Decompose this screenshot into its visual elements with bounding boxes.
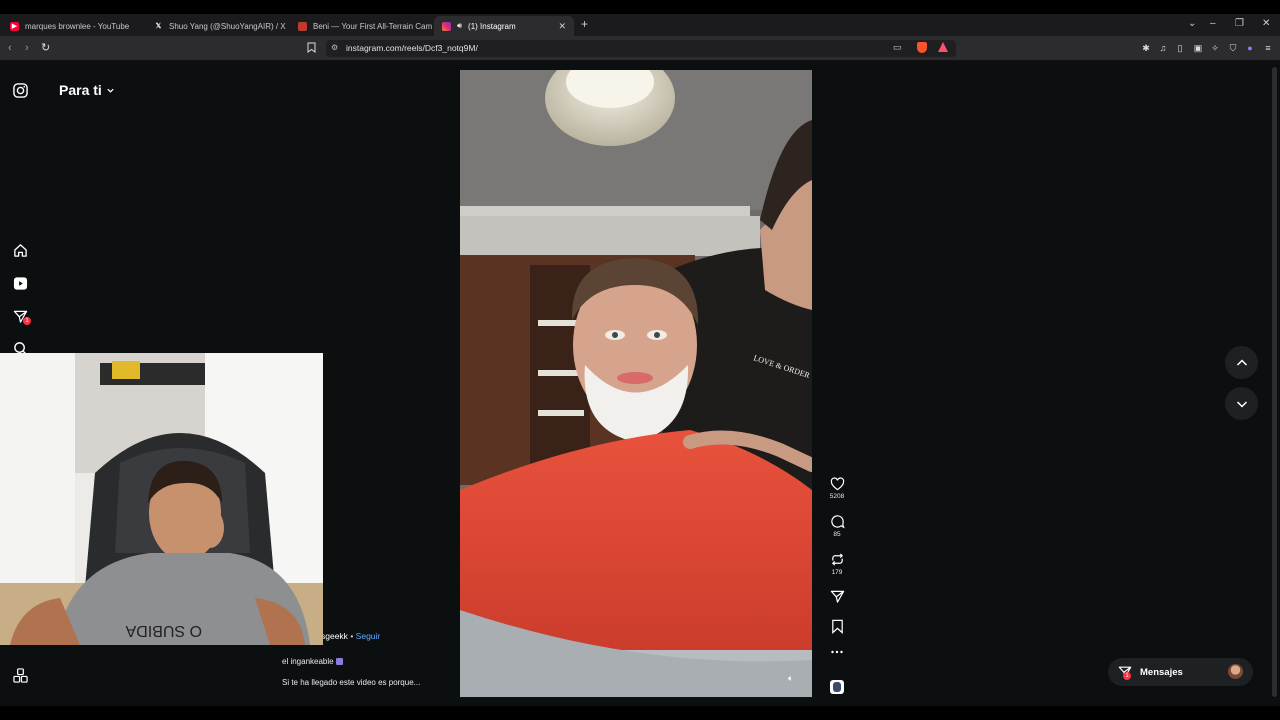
author-separator: • — [350, 631, 354, 641]
repost-icon — [831, 553, 843, 566]
chevron-down-icon — [107, 88, 114, 93]
next-reel-button[interactable] — [1225, 387, 1258, 420]
youtube-icon: ▶ — [10, 21, 19, 31]
close-tab-icon[interactable]: ✕ — [558, 21, 566, 32]
site-info-icon[interactable]: ⚙︎ — [331, 43, 338, 52]
sidebar-toggle-icon[interactable]: ▯ — [1175, 43, 1185, 53]
leo-ai-icon[interactable]: ✧ — [1210, 43, 1220, 53]
comment-icon — [830, 515, 845, 529]
messages-label: Mensajes — [1140, 666, 1183, 678]
tab-instagram[interactable]: 🔊︎ (1) Instagram ✕ — [434, 16, 574, 36]
close-window-icon[interactable]: ✕ — [1262, 18, 1270, 29]
follow-button[interactable]: Seguir — [356, 631, 381, 641]
avatar — [1228, 664, 1243, 679]
tab-title: (1) Instagram — [468, 21, 516, 31]
brave-shield-icon[interactable] — [917, 42, 927, 53]
previous-reel-button[interactable] — [1225, 346, 1258, 379]
webcam-shirt-text: O SUBIDA — [125, 622, 202, 639]
repost-count: 179 — [831, 569, 843, 576]
menu-icon[interactable]: ≡ — [1263, 43, 1273, 53]
reel-actions: 5208 85 179 — [822, 61, 852, 706]
screen-top-border — [0, 0, 1280, 14]
tab-title: Beni — Your First All-Terrain Camera — [313, 21, 432, 31]
messages-button[interactable]: 1 Mensajes — [1108, 658, 1253, 686]
wallet-icon[interactable]: ▣ — [1193, 43, 1203, 53]
scrollbar-thumb[interactable] — [1272, 67, 1277, 697]
like-count: 5208 — [829, 493, 845, 500]
reload-icon[interactable]: ↻ — [41, 41, 50, 54]
page-scrollbar[interactable] — [1270, 61, 1280, 706]
more-dots-icon — [831, 650, 843, 654]
repost-action[interactable]: 179 — [822, 552, 852, 576]
profile-icon[interactable]: ● — [1245, 43, 1255, 53]
video-frame-image: LOVE & ORDER — [460, 70, 812, 697]
caption-line-1: el ingankeable — [282, 657, 334, 666]
bookmark-save-icon — [831, 619, 843, 634]
chevron-up-icon — [1236, 358, 1247, 366]
instagram-icon — [442, 21, 451, 31]
screen-bottom-border — [0, 706, 1280, 720]
comment-action[interactable]: 85 — [822, 514, 852, 538]
notification-badge: 1 — [23, 317, 31, 325]
sticker-icon — [335, 658, 343, 665]
like-action[interactable]: 5208 — [822, 477, 852, 500]
tab-title: marques brownlee - YouTube — [25, 21, 130, 31]
messages-icon: 1 — [1118, 665, 1132, 680]
reel-video[interactable]: LOVE & ORDER 🔈︎ — [460, 70, 812, 697]
heart-icon — [830, 477, 844, 491]
tab-bar: ▶ marques brownlee - YouTube 𝕏 Shuo Yang… — [0, 14, 1280, 36]
share-icon — [830, 590, 844, 603]
address-bar: ‹ › ↻ ⚙︎ instagram.com/reels/Dcf3_notq9M… — [0, 36, 1280, 61]
author-username[interactable]: sgeekk — [321, 631, 348, 641]
reel-caption-body[interactable]: Si te ha llegado este video es porque... — [282, 678, 420, 687]
instagram-logo-icon[interactable] — [13, 83, 29, 99]
tab-x[interactable]: 𝕏 Shuo Yang (@ShuoYangAIR) / X — [146, 16, 288, 36]
tab-beni[interactable]: Beni — Your First All-Terrain Camera — [290, 16, 432, 36]
url-text: instagram.com/reels/Dcf3_notq9M/ — [346, 43, 478, 53]
chevron-down-icon — [1236, 400, 1247, 408]
extensions-icon[interactable]: ✱ — [1141, 43, 1151, 53]
vpn-icon[interactable]: ⛉ — [1228, 43, 1238, 53]
new-tab-button[interactable]: + — [581, 17, 588, 31]
bookmark-icon[interactable] — [307, 42, 316, 56]
music-icon[interactable]: ♫ — [1158, 43, 1168, 53]
audio-thumbnail[interactable] — [822, 680, 852, 694]
more-options-action[interactable] — [822, 649, 852, 655]
tab-list-chevron-icon[interactable]: ⌄ — [1188, 18, 1196, 29]
instagram-page: Para ti 1 LOVE & ORDER 🔈︎ 5208 85 179 sg… — [0, 61, 1270, 706]
tab-title: Shuo Yang (@ShuoYangAIR) / X — [169, 21, 286, 31]
messages-badge: 1 — [1123, 672, 1131, 680]
reels-icon[interactable] — [13, 276, 29, 292]
maximize-icon[interactable]: ❐ — [1235, 18, 1244, 29]
page-title: Para ti — [59, 82, 102, 98]
brave-rewards-icon[interactable] — [938, 42, 948, 52]
beni-icon — [298, 21, 307, 31]
mute-icon[interactable]: 🔈︎ — [788, 673, 793, 684]
webcam-image: O SUBIDA — [0, 353, 323, 645]
back-icon[interactable]: ‹ — [8, 42, 12, 54]
more-menu-icon[interactable] — [13, 668, 29, 684]
tab-youtube[interactable]: ▶ marques brownlee - YouTube — [2, 16, 144, 36]
share-action[interactable] — [822, 589, 852, 604]
cast-icon[interactable]: ▭ — [893, 42, 902, 53]
direct-messages-icon[interactable]: 1 — [13, 309, 31, 325]
audio-cover-icon — [830, 680, 844, 694]
reel-caption-title: el ingankeable — [282, 657, 343, 666]
home-icon[interactable] — [13, 243, 29, 259]
comment-count: 85 — [833, 531, 841, 538]
minimize-icon[interactable]: – — [1210, 18, 1216, 29]
url-field[interactable]: ⚙︎ instagram.com/reels/Dcf3_notq9M/ ▭ — [326, 40, 956, 57]
webcam-overlay: O SUBIDA — [0, 353, 323, 645]
reel-author: sgeekk • Seguir — [321, 631, 380, 641]
forward-icon[interactable]: › — [25, 42, 29, 54]
save-action[interactable] — [822, 619, 852, 634]
speaker-icon[interactable]: 🔊︎ — [457, 21, 462, 31]
x-icon: 𝕏 — [154, 21, 163, 31]
feed-selector[interactable]: Para ti — [59, 82, 115, 98]
